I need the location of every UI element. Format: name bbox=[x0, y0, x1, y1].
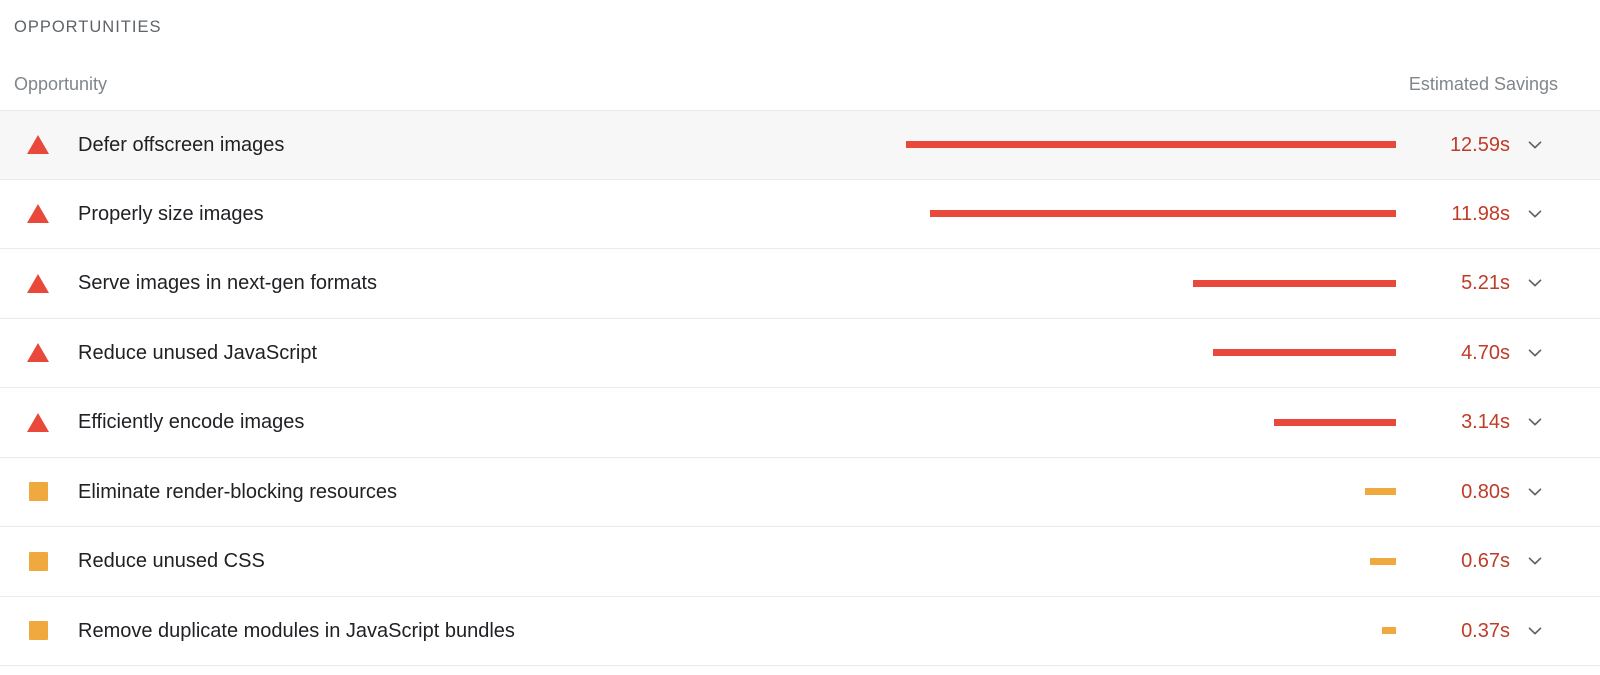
savings-value: 0.67s bbox=[1461, 550, 1510, 573]
page-title: OPPORTUNITIES bbox=[14, 18, 162, 36]
opportunity-title: Defer offscreen images bbox=[78, 133, 285, 156]
chevron-down-icon[interactable] bbox=[1512, 272, 1558, 294]
chevron-down-icon[interactable] bbox=[1512, 481, 1558, 503]
warning-triangle-icon bbox=[14, 273, 62, 293]
savings-bar bbox=[1370, 557, 1396, 565]
savings-bar bbox=[1274, 418, 1396, 426]
table-row[interactable]: Defer offscreen images 12.59s bbox=[0, 110, 1600, 180]
savings-value: 11.98s bbox=[1451, 202, 1510, 225]
opportunities-list: Defer offscreen images 12.59s Properly siz… bbox=[0, 110, 1600, 666]
savings-bar-track bbox=[898, 418, 1400, 426]
opportunity-title: Reduce unused CSS bbox=[78, 550, 265, 573]
savings-value: 4.70s bbox=[1461, 341, 1510, 364]
savings-value: 12.59s bbox=[1449, 133, 1510, 156]
opportunity-title: Eliminate render-blocking resources bbox=[78, 480, 398, 503]
savings-value: 0.37s bbox=[1461, 619, 1510, 642]
warning-triangle-icon bbox=[14, 343, 62, 363]
warning-square-icon-glyph bbox=[28, 621, 48, 641]
warning-square-icon bbox=[14, 482, 62, 502]
warning-triangle-icon-glyph bbox=[27, 343, 49, 363]
opportunity-title: Serve images in next-gen formats bbox=[78, 272, 378, 295]
warning-square-icon bbox=[14, 621, 62, 641]
table-row[interactable]: Reduce unused JavaScript 4.70s bbox=[0, 318, 1600, 388]
warning-triangle-icon bbox=[14, 135, 62, 155]
savings-bar-track bbox=[898, 210, 1400, 218]
chevron-down-icon[interactable] bbox=[1512, 411, 1558, 433]
opportunities-panel: OPPORTUNITIES Opportunity Estimated Savi… bbox=[0, 0, 1600, 675]
chevron-down-icon[interactable] bbox=[1512, 550, 1558, 572]
table-row[interactable]: Efficiently encode images 3.14s bbox=[0, 388, 1600, 458]
savings-bar bbox=[1382, 627, 1396, 635]
chevron-down-icon[interactable] bbox=[1512, 342, 1558, 364]
chevron-down-icon[interactable] bbox=[1512, 620, 1558, 642]
savings-bar bbox=[1193, 279, 1396, 287]
column-header-row: Opportunity Estimated Savings bbox=[14, 71, 1558, 97]
table-row[interactable]: Serve images in next-gen formats 5.21s bbox=[0, 249, 1600, 319]
chevron-down-icon[interactable] bbox=[1512, 203, 1558, 225]
warning-square-icon bbox=[14, 551, 62, 571]
savings-bar bbox=[930, 210, 1396, 218]
warning-square-icon-glyph bbox=[28, 482, 48, 502]
savings-bar bbox=[1213, 349, 1396, 357]
warning-triangle-icon-glyph bbox=[27, 135, 49, 155]
warning-triangle-icon-glyph bbox=[27, 204, 49, 224]
column-header-estimated-savings: Estimated Savings bbox=[1408, 74, 1558, 94]
opportunity-title: Efficiently encode images bbox=[78, 411, 305, 434]
savings-bar-track bbox=[898, 627, 1400, 635]
savings-bar bbox=[906, 141, 1396, 149]
table-row[interactable]: Properly size images 11.98s bbox=[0, 179, 1600, 249]
warning-triangle-icon-glyph bbox=[27, 273, 49, 293]
savings-bar-track bbox=[898, 279, 1400, 287]
table-row[interactable]: Remove duplicate modules in JavaScript b… bbox=[0, 596, 1600, 666]
savings-bar-track bbox=[898, 141, 1400, 149]
table-row[interactable]: Reduce unused CSS 0.67s bbox=[0, 527, 1600, 597]
warning-triangle-icon bbox=[14, 204, 62, 224]
opportunity-title: Properly size images bbox=[78, 202, 264, 225]
warning-triangle-icon-glyph bbox=[27, 412, 49, 432]
savings-bar bbox=[1365, 488, 1396, 496]
savings-value: 0.80s bbox=[1461, 480, 1510, 503]
chevron-down-icon[interactable] bbox=[1512, 134, 1558, 156]
savings-bar-track bbox=[898, 349, 1400, 357]
savings-bar-track bbox=[898, 557, 1400, 565]
savings-value: 3.14s bbox=[1461, 411, 1510, 434]
savings-bar-track bbox=[898, 488, 1400, 496]
warning-square-icon-glyph bbox=[28, 551, 48, 571]
table-row[interactable]: Eliminate render-blocking resources 0.80s bbox=[0, 457, 1600, 527]
warning-triangle-icon bbox=[14, 412, 62, 432]
savings-value: 5.21s bbox=[1461, 272, 1510, 295]
opportunity-title: Reduce unused JavaScript bbox=[78, 341, 318, 364]
opportunity-title: Remove duplicate modules in JavaScript b… bbox=[78, 619, 515, 642]
column-header-opportunity: Opportunity bbox=[14, 74, 108, 94]
